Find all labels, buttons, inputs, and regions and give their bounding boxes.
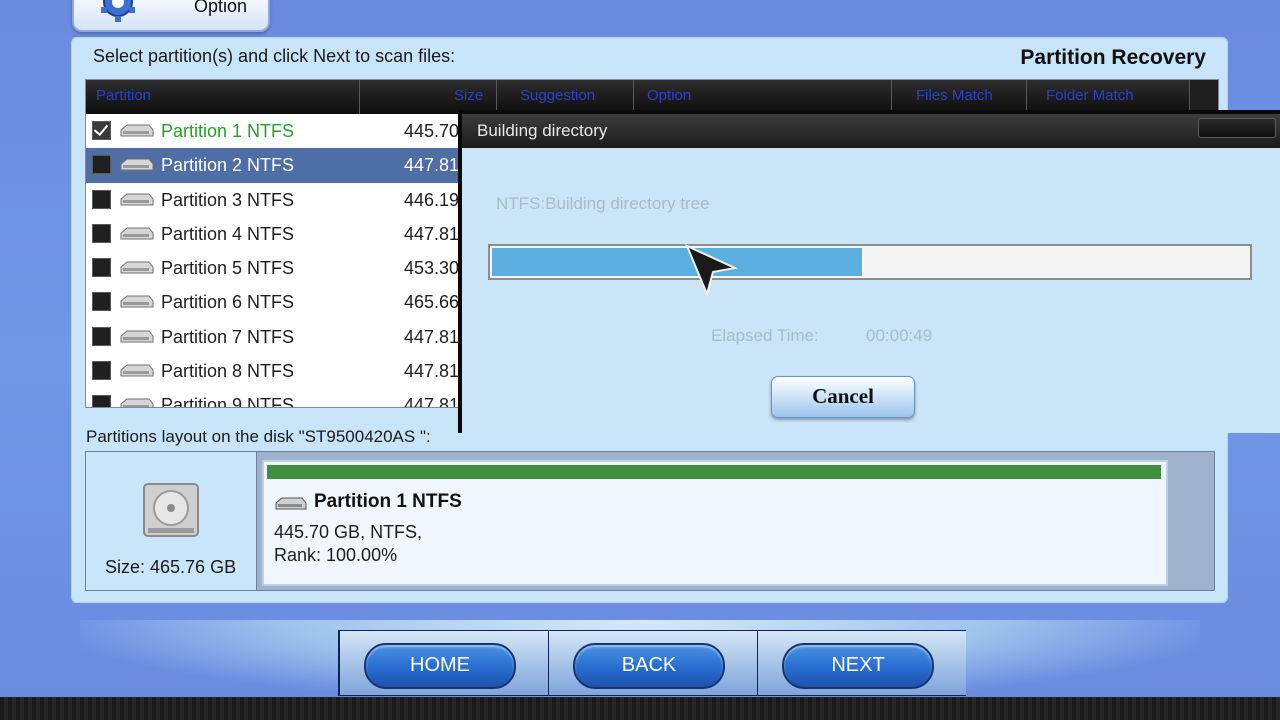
table-header: Partition Size Suggestion Option Files M… [86, 80, 1218, 114]
partition-size: 453.30 [404, 258, 460, 279]
partition-card-title: Partition 1 NTFS [314, 491, 462, 512]
column-header-files-match[interactable]: Files Match [916, 87, 993, 104]
partition-name: Partition 1 NTFS [161, 121, 295, 141]
disk-info: Size: 465.76 GB [86, 452, 257, 590]
app-window: Option Select partition(s) and click Nex… [0, 0, 1280, 720]
row-checkbox[interactable] [92, 361, 111, 381]
nav-cell-back: BACK [548, 631, 757, 695]
dialog-body: NTFS:Building directory tree Elapsed Tim… [462, 152, 1280, 433]
partition-size: 447.81 [404, 223, 460, 244]
row-checkbox[interactable] [92, 395, 111, 407]
column-header-option[interactable]: Option [647, 87, 691, 104]
drive-icon [120, 227, 154, 240]
partition-size: 446.19 [404, 189, 460, 210]
partition-name: Partition 4 NTFS [161, 223, 295, 244]
status-text: NTFS:Building directory tree [496, 194, 710, 213]
taskbar-strip [0, 697, 1280, 720]
elapsed-time-label: Elapsed Time: [711, 326, 819, 345]
partition-name: Partition 8 NTFS [161, 361, 295, 382]
partition-card-size: 445.70 GB, NTFS, [274, 522, 423, 542]
page-title: Partition Recovery [1020, 46, 1206, 69]
option-label: Option [194, 0, 248, 16]
hard-disk-icon [143, 483, 199, 537]
drive-icon [120, 295, 154, 308]
drive-icon [120, 330, 154, 343]
row-checkbox[interactable] [92, 326, 111, 346]
nav-cell-home: HOME [339, 631, 548, 695]
partition-name: Partition 2 NTFS [161, 155, 295, 176]
row-checkbox[interactable] [92, 258, 111, 278]
drive-icon [120, 261, 154, 274]
dialog-title: Building directory [477, 121, 608, 140]
column-divider [1026, 80, 1027, 114]
home-button[interactable]: HOME [364, 643, 516, 689]
column-header-size[interactable]: Size [454, 87, 483, 104]
header-corner [1189, 80, 1218, 114]
drive-icon [120, 364, 154, 377]
partition-usage-bar [267, 465, 1161, 479]
column-divider [496, 80, 497, 114]
row-checkbox[interactable] [92, 155, 111, 175]
partition-size: 447.81 [404, 326, 460, 347]
disk-size-label: Size: 465.76 GB [105, 557, 237, 577]
column-divider [633, 80, 634, 114]
column-divider [359, 80, 360, 114]
next-button[interactable]: NEXT [782, 643, 934, 689]
back-button[interactable]: BACK [573, 643, 725, 689]
row-checkbox[interactable] [92, 292, 111, 312]
partition-card[interactable]: Partition 1 NTFS 445.70 GB, NTFS, Rank: … [262, 460, 1168, 586]
partition-name: Partition 6 NTFS [161, 292, 295, 313]
option-button[interactable]: Option [72, 0, 270, 32]
row-checkbox[interactable] [92, 223, 111, 243]
drive-icon [120, 398, 154, 407]
partition-size: 447.81 [404, 361, 460, 382]
column-divider [891, 80, 892, 114]
partition-size: 465.66 [404, 292, 460, 313]
disk-layout-label: Partitions layout on the disk "ST9500420… [86, 427, 431, 446]
bottom-nav: HOME BACK NEXT [338, 630, 966, 696]
partition-size: 447.81 [404, 395, 460, 408]
drive-icon [120, 193, 154, 206]
row-checkbox[interactable] [92, 121, 111, 140]
progress-fill [492, 248, 862, 276]
partition-size: 447.81 [404, 155, 460, 176]
row-checkbox[interactable] [92, 189, 111, 209]
partition-name: Partition 5 NTFS [161, 258, 295, 279]
partition-card-rank: Rank: 100.00% [274, 545, 398, 565]
disk-layout-area: Size: 465.76 GB Partition 1 NTFS 445.70 … [85, 451, 1215, 591]
partition-name: Partition 7 NTFS [161, 326, 295, 347]
partition-name: Partition 9 NTFS [161, 395, 295, 408]
nav-cell-next: NEXT [757, 631, 966, 695]
drive-icon [120, 158, 154, 171]
cancel-button[interactable]: Cancel [771, 376, 915, 418]
column-header-folder-match[interactable]: Folder Match [1046, 87, 1134, 104]
mouse-cursor-icon [685, 244, 739, 298]
gear-icon [101, 0, 135, 22]
dialog-titlebar[interactable]: Building directory [462, 114, 1280, 148]
building-directory-dialog: Building directory NTFS:Building directo… [458, 110, 1280, 433]
column-header-partition[interactable]: Partition [96, 87, 151, 104]
partition-name: Partition 3 NTFS [161, 189, 295, 210]
close-button[interactable] [1198, 118, 1276, 138]
elapsed-time-value: 00:00:49 [866, 326, 933, 345]
instruction-text: Select partition(s) and click Next to sc… [93, 46, 456, 66]
progress-bar [488, 244, 1252, 280]
drive-icon [275, 497, 307, 510]
column-header-suggestion[interactable]: Suggestion [520, 87, 595, 104]
drive-icon [120, 124, 154, 137]
partition-size: 445.70 [404, 121, 460, 141]
